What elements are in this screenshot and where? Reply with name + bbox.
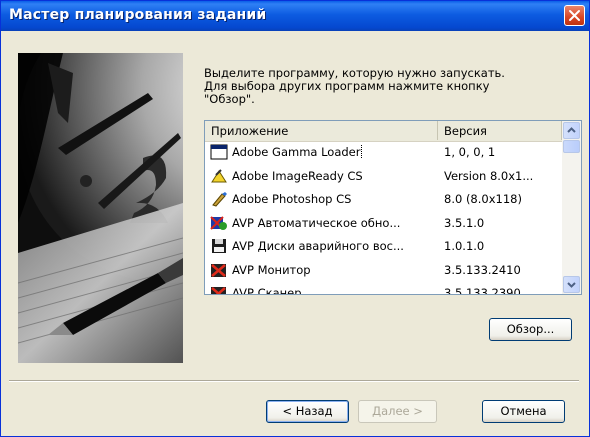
title-bar[interactable]: Мастер планирования заданий bbox=[1, 1, 589, 31]
photoshop-icon bbox=[210, 191, 228, 207]
list-item-version: 3.5.1.0 bbox=[444, 215, 485, 230]
list-rows: Adobe Gamma Loader 1, 0, 0, 1 Adobe ImageR… bbox=[205, 141, 562, 295]
avp-monitor-icon bbox=[210, 262, 228, 278]
list-item-name: AVP Сканер bbox=[232, 286, 302, 295]
column-header-version[interactable]: Версия bbox=[438, 121, 562, 140]
list-item-version: 8.0 (8.0x118) bbox=[444, 192, 522, 206]
vertical-scrollbar[interactable] bbox=[562, 121, 581, 294]
cancel-button[interactable]: Отмена bbox=[482, 400, 565, 423]
list-item[interactable]: AVP Монитор 3.5.133.2410 bbox=[205, 259, 562, 283]
list-item-name: Adobe Gamma Loader bbox=[232, 145, 362, 159]
list-item-version: 3.5.133.2410 bbox=[444, 262, 521, 277]
list-item-version: 1, 0, 0, 1 bbox=[444, 145, 496, 159]
browse-button[interactable]: Обзор... bbox=[489, 318, 572, 341]
window-icon bbox=[210, 144, 228, 160]
avp-update-icon bbox=[210, 215, 228, 231]
floppy-disk-icon bbox=[210, 238, 228, 254]
list-item-name: AVP Монитор bbox=[232, 262, 311, 277]
column-header-application[interactable]: Приложение bbox=[205, 121, 438, 140]
list-item-version: Version 8.0x1... bbox=[444, 168, 534, 183]
list-item[interactable]: AVP Диски аварийного вос... 1.0.1.0 bbox=[205, 235, 562, 259]
scroll-down-button[interactable] bbox=[563, 276, 580, 293]
chevron-down-icon bbox=[567, 282, 576, 288]
wizard-clock-image bbox=[18, 53, 183, 363]
program-list[interactable]: Приложение Версия Adobe Gamma Loader 1, 0… bbox=[204, 120, 582, 295]
list-item[interactable]: AVP Автоматическое обно... 3.5.1.0 bbox=[205, 212, 562, 236]
wizard-window: Мастер планирования заданий Выделите про… bbox=[0, 0, 590, 437]
avp-scanner-icon bbox=[210, 285, 228, 294]
list-item-name: Adobe Photoshop CS bbox=[232, 192, 352, 206]
next-button[interactable]: Далее > bbox=[358, 400, 437, 423]
list-item[interactable]: AVP Сканер 3.5.133.2390 bbox=[205, 282, 562, 295]
list-item[interactable]: Adobe ImageReady CS Version 8.0x1... bbox=[205, 165, 562, 189]
window-title: Мастер планирования заданий bbox=[9, 7, 267, 23]
list-item-name: AVP Диски аварийного вос... bbox=[232, 239, 404, 253]
list-header: Приложение Версия bbox=[205, 121, 581, 142]
scroll-thumb[interactable] bbox=[563, 140, 580, 153]
list-item[interactable]: Adobe Photoshop CS 8.0 (8.0x118) bbox=[205, 188, 562, 212]
imageready-icon bbox=[210, 168, 228, 184]
list-item-version: 1.0.1.0 bbox=[444, 239, 485, 253]
list-item[interactable]: Adobe Gamma Loader 1, 0, 0, 1 bbox=[205, 141, 562, 165]
divider bbox=[9, 380, 579, 382]
list-item-version: 3.5.133.2390 bbox=[444, 286, 521, 295]
list-item-name: Adobe ImageReady CS bbox=[232, 168, 363, 183]
close-button[interactable] bbox=[564, 5, 585, 26]
chevron-up-icon bbox=[567, 127, 576, 133]
list-item-name: AVP Автоматическое обно... bbox=[232, 215, 401, 230]
back-button[interactable]: < Назад bbox=[266, 400, 349, 423]
close-icon bbox=[569, 10, 580, 21]
instruction-text: Выделите программу, которую нужно запуск… bbox=[204, 66, 505, 106]
scroll-up-button[interactable] bbox=[563, 122, 580, 139]
